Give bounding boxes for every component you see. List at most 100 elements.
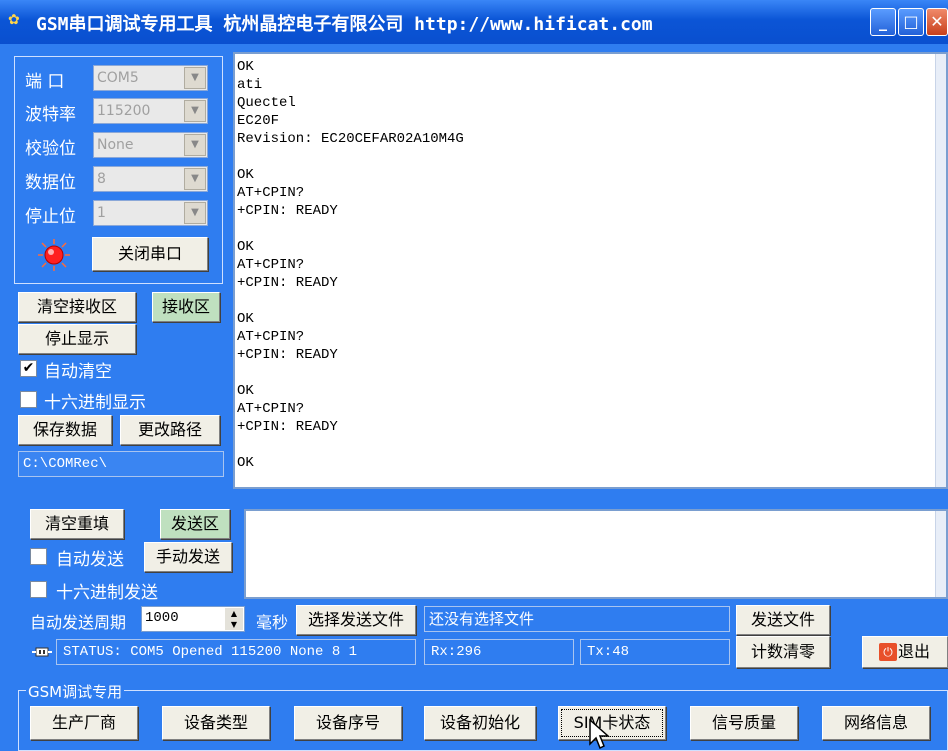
app-window: ✿ GSM串口调试专用工具 杭州晶控电子有限公司 http://www.hifi… bbox=[0, 0, 948, 751]
receive-line bbox=[235, 292, 946, 310]
receive-line: OK bbox=[237, 239, 254, 255]
parity-value: None bbox=[97, 137, 134, 153]
close-button[interactable]: ✕ bbox=[926, 8, 948, 36]
stopbits-label: 停止位 bbox=[25, 207, 76, 227]
gsm-signal-quality-button[interactable]: 信号质量 bbox=[690, 706, 798, 740]
baud-value: 115200 bbox=[97, 103, 151, 119]
auto-clear-checkbox[interactable]: ✔ bbox=[20, 360, 37, 377]
auto-clear-label: 自动清空 bbox=[44, 362, 112, 382]
stepper-up-icon[interactable]: ▲ bbox=[225, 608, 243, 619]
baud-label: 波特率 bbox=[25, 105, 76, 125]
chevron-down-icon[interactable]: ▼ bbox=[184, 134, 206, 156]
gsm-group-title: GSM调试专用 bbox=[26, 681, 125, 702]
receive-line: +CPIN: READY bbox=[237, 275, 338, 291]
reset-count-button[interactable]: 计数清零 bbox=[736, 636, 830, 668]
exit-icon: ⏻ bbox=[879, 643, 897, 661]
send-textarea[interactable] bbox=[244, 509, 948, 599]
connection-status: STATUS: COM5 Opened 115200 None 8 1 bbox=[56, 639, 416, 665]
gsm-device-init-button[interactable]: 设备初始化 bbox=[424, 706, 536, 740]
exit-button[interactable]: ⏻ 退出 bbox=[862, 636, 948, 668]
port-select[interactable]: COM5 ▼ bbox=[93, 65, 208, 91]
receive-line bbox=[235, 436, 946, 454]
databits-value: 8 bbox=[97, 171, 106, 187]
receive-line: ati bbox=[237, 77, 263, 93]
receive-line: AT+CPIN? bbox=[237, 185, 305, 201]
receive-line: OK bbox=[237, 455, 254, 471]
stopbits-value: 1 bbox=[97, 205, 106, 221]
auto-send-checkbox[interactable] bbox=[30, 548, 47, 565]
send-scrollbar[interactable] bbox=[935, 511, 946, 597]
maximize-button[interactable]: □ bbox=[898, 8, 924, 36]
receive-line: OK bbox=[237, 59, 254, 75]
baud-select[interactable]: 115200 ▼ bbox=[93, 98, 208, 124]
receive-line: OK bbox=[237, 383, 254, 399]
gsm-manufacturer-button[interactable]: 生产厂商 bbox=[30, 706, 138, 740]
save-data-button[interactable]: 保存数据 bbox=[18, 415, 112, 445]
receive-line: OK bbox=[237, 311, 254, 327]
gsm-device-serial-button[interactable]: 设备序号 bbox=[294, 706, 402, 740]
receive-line: +CPIN: READY bbox=[237, 347, 338, 363]
tx-counter: Tx:48 bbox=[580, 639, 730, 665]
clear-receive-button[interactable]: 清空接收区 bbox=[18, 292, 136, 322]
chevron-down-icon[interactable]: ▼ bbox=[184, 202, 206, 224]
send-area-tag: 发送区 bbox=[160, 509, 230, 539]
rx-counter: Rx:296 bbox=[424, 639, 574, 665]
gsm-device-type-button[interactable]: 设备类型 bbox=[162, 706, 270, 740]
period-stepper[interactable]: 1000 ▲ ▼ bbox=[141, 606, 245, 632]
stop-display-button[interactable]: 停止显示 bbox=[18, 324, 136, 354]
receive-line: +CPIN: READY bbox=[237, 203, 338, 219]
receive-line: +CPIN: READY bbox=[237, 419, 338, 435]
hex-display-checkbox[interactable] bbox=[20, 391, 37, 408]
send-file-button[interactable]: 发送文件 bbox=[736, 605, 830, 635]
hex-send-label: 十六进制发送 bbox=[56, 583, 158, 603]
manual-send-button[interactable]: 手动发送 bbox=[144, 542, 232, 572]
receive-line: Quectel bbox=[237, 95, 296, 111]
port-status-led-icon bbox=[38, 239, 70, 271]
receive-textarea[interactable]: OK ati Quectel EC20F Revision: EC20CEFAR02A1… bbox=[233, 52, 948, 489]
gsm-sim-status-button[interactable]: SIM卡状态 bbox=[558, 706, 666, 740]
parity-select[interactable]: None ▼ bbox=[93, 132, 208, 158]
select-send-file-button[interactable]: 选择发送文件 bbox=[296, 605, 416, 635]
receive-line: AT+CPIN? bbox=[237, 257, 305, 273]
receive-text: OK ati Quectel EC20F Revision: EC20CEFAR02A1… bbox=[235, 58, 946, 472]
port-value: COM5 bbox=[97, 70, 139, 86]
receive-line: AT+CPIN? bbox=[237, 329, 305, 345]
parity-label: 校验位 bbox=[25, 139, 76, 159]
receive-area-tag: 接收区 bbox=[152, 292, 220, 322]
serial-connector-icon bbox=[32, 647, 52, 657]
change-path-button[interactable]: 更改路径 bbox=[120, 415, 220, 445]
chevron-down-icon[interactable]: ▼ bbox=[184, 67, 206, 89]
chevron-down-icon[interactable]: ▼ bbox=[184, 168, 206, 190]
receive-line: Revision: EC20CEFAR02A10M4G bbox=[237, 131, 464, 147]
file-status-field: 还没有选择文件 bbox=[424, 606, 730, 632]
receive-scrollbar[interactable] bbox=[935, 54, 946, 487]
receive-line bbox=[235, 220, 946, 238]
hex-display-label: 十六进制显示 bbox=[44, 393, 146, 413]
port-label: 端 口 bbox=[25, 72, 65, 92]
databits-select[interactable]: 8 ▼ bbox=[93, 166, 208, 192]
period-unit-label: 毫秒 bbox=[256, 613, 289, 632]
hex-send-checkbox[interactable] bbox=[30, 581, 47, 598]
serial-settings-panel: 端 口 COM5 ▼ 波特率 115200 ▼ 校验位 None ▼ 数据位 8… bbox=[14, 56, 223, 284]
title-bar: ✿ GSM串口调试专用工具 杭州晶控电子有限公司 http://www.hifi… bbox=[0, 0, 948, 44]
receive-line: AT+CPIN? bbox=[237, 401, 305, 417]
exit-label: 退出 bbox=[897, 642, 930, 661]
stepper-down-icon[interactable]: ▼ bbox=[225, 619, 243, 630]
receive-line: OK bbox=[237, 167, 254, 183]
save-path-field[interactable]: C:\COMRec\ bbox=[18, 451, 224, 477]
close-port-button[interactable]: 关闭串口 bbox=[92, 237, 208, 271]
minimize-button[interactable]: _ bbox=[870, 8, 896, 36]
databits-label: 数据位 bbox=[25, 173, 76, 193]
gsm-network-info-button[interactable]: 网络信息 bbox=[822, 706, 930, 740]
receive-line: EC20F bbox=[237, 113, 280, 129]
stopbits-select[interactable]: 1 ▼ bbox=[93, 200, 208, 226]
auto-send-label: 自动发送 bbox=[56, 550, 124, 570]
mouse-cursor-icon bbox=[589, 718, 610, 750]
receive-line bbox=[235, 364, 946, 382]
receive-line bbox=[235, 148, 946, 166]
chevron-down-icon[interactable]: ▼ bbox=[184, 100, 206, 122]
clear-refill-button[interactable]: 清空重填 bbox=[30, 509, 124, 539]
auto-send-period-label: 自动发送周期 bbox=[30, 613, 127, 632]
window-title: GSM串口调试专用工具 杭州晶控电子有限公司 http://www.hifica… bbox=[36, 14, 653, 35]
period-value: 1000 bbox=[145, 610, 179, 626]
